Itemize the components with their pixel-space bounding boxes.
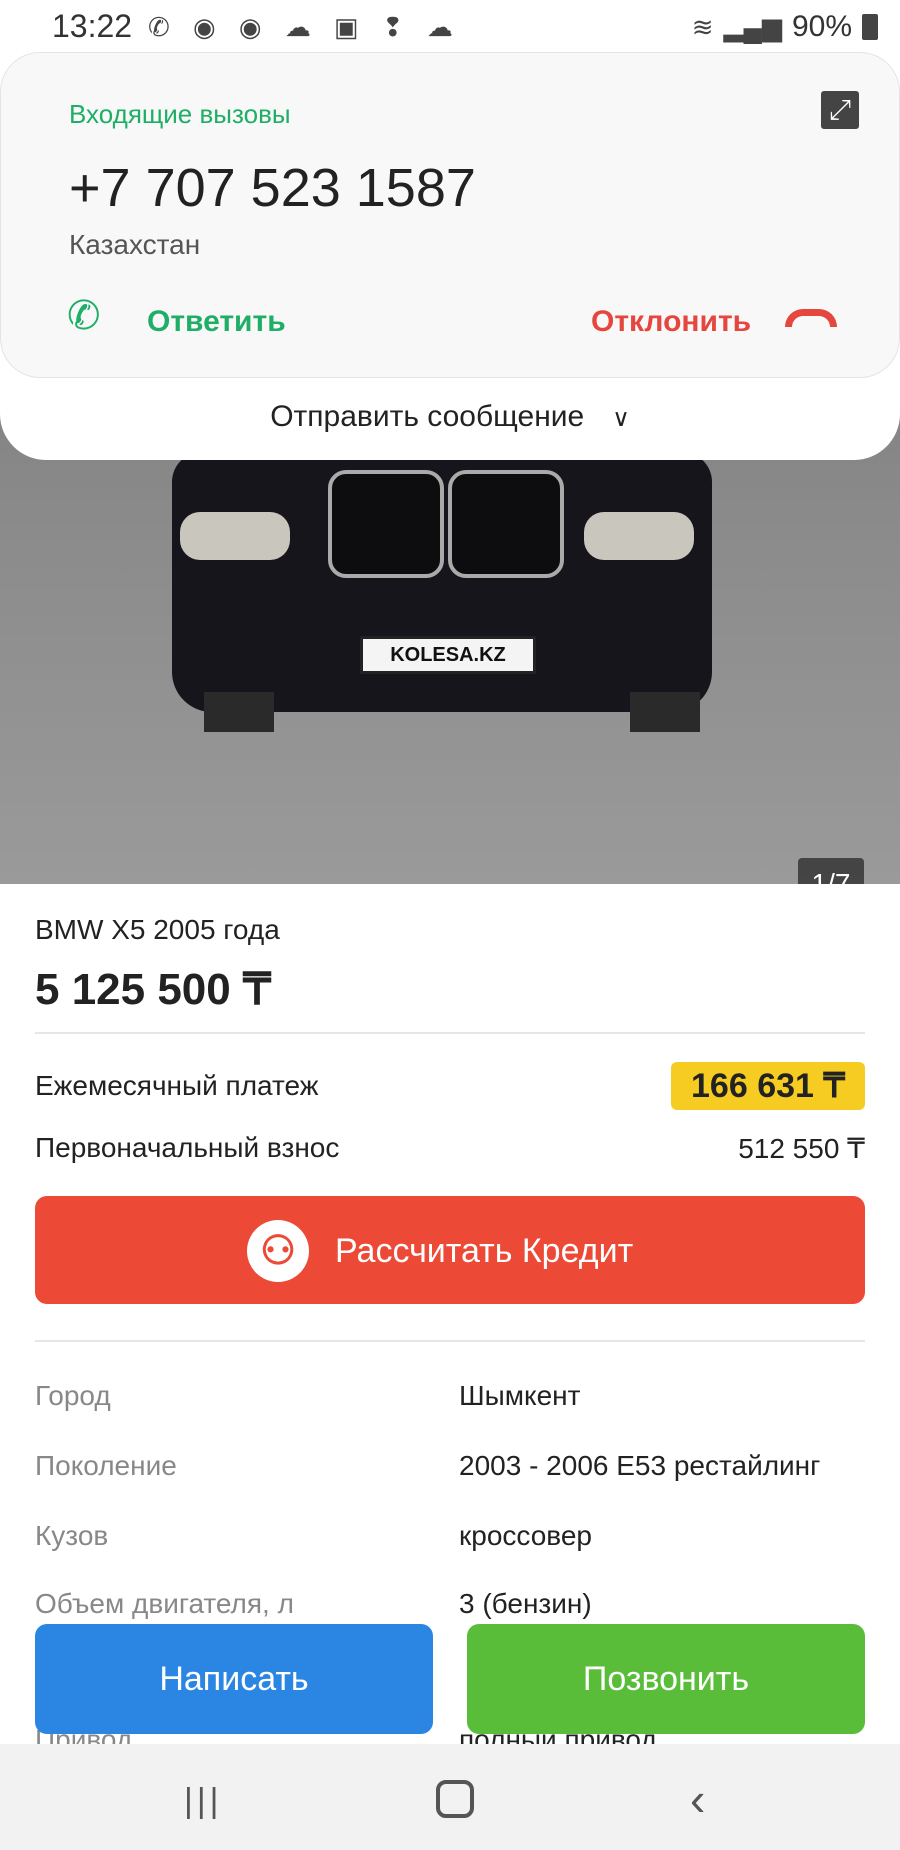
spec-value-body: кроссовер [459, 1520, 592, 1551]
recent-apps-icon[interactable]: ||| [184, 1782, 223, 1821]
spec-value-engine: 3 (бензин) [459, 1588, 592, 1619]
calculate-credit-button[interactable]: ⚇ Рассчитать Кредит [35, 1196, 865, 1304]
monthly-payment-label: Ежемесячный платеж [35, 1070, 319, 1101]
spec-label-generation: Поколение [35, 1450, 177, 1481]
status-time: 13:22 [52, 8, 133, 44]
wheel-right [630, 692, 700, 732]
spec-label-body: Кузов [35, 1520, 109, 1551]
battery-icon [862, 14, 878, 40]
call-card-inner: Входящие вызовы ⤢ +7 707 523 1587 Казахс… [0, 52, 900, 378]
send-message-button[interactable]: Отправить сообщение ∨ [0, 400, 900, 434]
spec-label-city: Город [35, 1380, 111, 1411]
spec-value-generation: 2003 - 2006 E53 рестайлинг [459, 1450, 821, 1481]
calculate-credit-label: Рассчитать Кредит [335, 1232, 634, 1270]
spec-value-city: Шымкент [459, 1380, 581, 1411]
signal-icon: ▂▄▆ [723, 11, 782, 42]
phone-answer-icon[interactable]: ✆ [67, 293, 101, 339]
chevron-down-icon: ∨ [612, 405, 630, 432]
call-seller-button[interactable]: Позвонить [467, 1624, 865, 1734]
headlight-right [584, 512, 694, 560]
grille-right [448, 470, 564, 578]
notification-icons: ✆ ◉ ◉ ☁ ▣ ❢ ☁ [148, 12, 461, 42]
divider [35, 1032, 865, 1034]
listing-title: BMW X5 2005 года [35, 914, 280, 945]
license-plate: KOLESA.KZ [360, 636, 536, 674]
decline-button[interactable]: Отклонить [591, 305, 751, 339]
system-icons: ≋ ▂▄▆ 90% [692, 10, 878, 44]
spec-label-engine: Объем двигателя, л [35, 1588, 294, 1619]
down-payment-value: 512 550 ₸ [738, 1133, 865, 1164]
wheel-left [204, 692, 274, 732]
expand-icon[interactable]: ⤢ [821, 91, 859, 129]
wifi-icon: ≋ [691, 11, 714, 42]
caller-number: +7 707 523 1587 [69, 158, 476, 218]
headlight-left [180, 512, 290, 560]
send-message-label: Отправить сообщение [270, 400, 585, 433]
incoming-call-notification: Входящие вызовы ⤢ +7 707 523 1587 Казахс… [0, 52, 900, 460]
call-type-label: Входящие вызовы [69, 99, 291, 129]
phone-decline-icon[interactable] [785, 309, 837, 327]
home-icon[interactable] [436, 1780, 474, 1818]
back-icon[interactable]: ‹ [690, 1772, 705, 1826]
battery-percent: 90% [791, 10, 852, 43]
down-payment-label: Первоначальный взнос [35, 1132, 340, 1163]
status-bar: 13:22 ✆ ◉ ◉ ☁ ▣ ❢ ☁ ≋ ▂▄▆ 90% [0, 0, 900, 52]
photo-counter: 1/7 [798, 858, 864, 884]
divider [35, 1340, 865, 1342]
grille-left [328, 470, 444, 578]
listing-price: 5 125 500 ₸ [35, 965, 271, 1014]
write-message-button[interactable]: Написать [35, 1624, 433, 1734]
answer-button[interactable]: Ответить [147, 305, 286, 339]
caller-country: Казахстан [69, 229, 201, 260]
navigation-bar: ||| ‹ [0, 1744, 900, 1850]
credit-partner-logo-icon: ⚇ [247, 1220, 309, 1282]
monthly-payment-badge: 166 631 ₸ [671, 1062, 865, 1110]
